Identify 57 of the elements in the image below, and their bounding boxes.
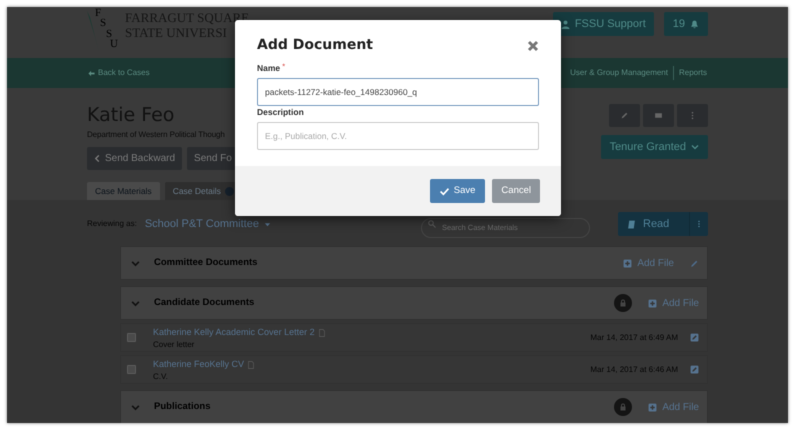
description-input[interactable]: E.g., Publication, C.V. [257, 122, 539, 150]
pdf-file-icon [318, 329, 326, 337]
dialog-title: Add Document [257, 36, 373, 55]
plus-square-icon [648, 298, 658, 308]
chevron-down-icon [131, 258, 140, 268]
user-icon [560, 20, 570, 28]
section-title: Publications [154, 400, 210, 414]
lock-icon [619, 403, 628, 411]
cancel-button[interactable]: Cancel [492, 179, 540, 203]
email-button[interactable] [643, 104, 674, 127]
field-label: Description [257, 106, 304, 118]
action-button[interactable]: Send Backward [87, 147, 182, 170]
reviewer-dropdown[interactable]: School P&T Committee [144, 216, 271, 232]
nav-link[interactable]: Reports [678, 67, 707, 79]
name-input[interactable]: packets-11272-katie-feo_1498230960_q [257, 78, 539, 106]
add-file-link[interactable]: Add File [648, 400, 699, 414]
row-checkbox[interactable] [127, 333, 136, 342]
chevron-down-icon [131, 402, 140, 412]
add-file-link[interactable]: Add File [648, 296, 699, 310]
add-file-link[interactable]: Add File [623, 256, 674, 270]
tab[interactable]: Case Materials [87, 182, 160, 200]
row-checkbox[interactable] [127, 365, 136, 374]
bell-icon [690, 20, 699, 28]
chevron-down-icon [691, 143, 699, 151]
section-header[interactable]: Candidate Documents Add File [120, 286, 708, 320]
support-button[interactable]: FSSU Support [552, 12, 654, 36]
close-button[interactable] [527, 40, 539, 52]
plus-square-icon [623, 258, 632, 268]
plus-square-icon [648, 402, 658, 412]
section-title: Candidate Documents [154, 296, 254, 310]
back-link[interactable]: Back to Cases [88, 67, 150, 79]
status-dropdown[interactable]: Tenure Granted [600, 135, 708, 159]
lock-icon [619, 299, 628, 307]
caret-down-icon [264, 220, 271, 228]
read-button[interactable]: Read [618, 212, 690, 236]
logo-mark: F S S U [87, 7, 117, 52]
save-button[interactable]: Save [430, 179, 486, 203]
section-header[interactable]: Publications Add File [120, 390, 708, 423]
edit-square-icon [690, 333, 699, 342]
file-link[interactable]: Katherine Kelly Academic Cover Letter 2 [153, 326, 315, 340]
arrow-left-icon [88, 70, 95, 76]
required-mark: * [282, 62, 286, 71]
pencil-icon [620, 111, 629, 120]
notifications-button[interactable]: 19 [664, 12, 708, 36]
field-label: Name [257, 62, 280, 75]
checkmark-icon [440, 186, 449, 196]
edit-square-icon [690, 365, 699, 374]
section-title: Committee Documents [154, 256, 258, 270]
count-badge [224, 186, 234, 196]
chevron-down-icon [131, 298, 140, 308]
edit-button[interactable] [609, 104, 640, 127]
nav-link[interactable]: User & Group Management [570, 67, 668, 79]
chevron-left-icon [94, 155, 101, 162]
file-link[interactable]: Katherine FeoKelly CV [153, 358, 244, 372]
search-icon [428, 220, 436, 228]
section-header[interactable]: Committee Documents Add File [120, 246, 708, 280]
pdf-file-icon [247, 361, 256, 369]
